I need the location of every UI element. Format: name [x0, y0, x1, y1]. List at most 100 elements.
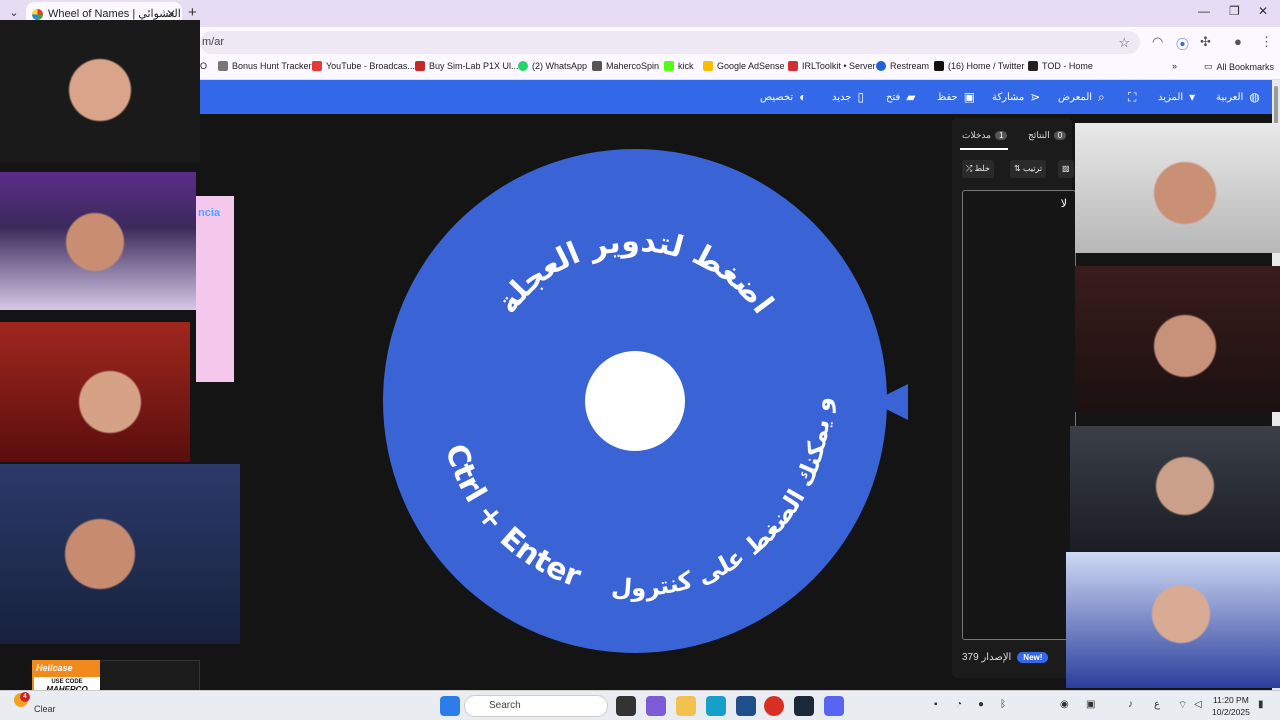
tab-search-icon[interactable]: ⌄	[6, 5, 22, 21]
bookmark-item[interactable]: Google AdSense	[703, 61, 785, 71]
bookmark-icon	[592, 61, 602, 71]
open-button[interactable]: ▰ فتح	[886, 90, 916, 104]
webcam-feed	[1075, 123, 1280, 253]
all-bookmarks[interactable]: ▭ All Bookmarks	[1204, 61, 1274, 72]
edge-icon[interactable]	[706, 696, 726, 716]
copilot-icon[interactable]	[646, 696, 666, 716]
taskbar-search[interactable]: Search	[464, 695, 608, 717]
tray-discord-icon[interactable]: ◉	[1060, 699, 1069, 710]
sort-button[interactable]: ⇅ ترتيب	[1010, 160, 1047, 178]
tab-title: Wheel of Names | عجلة الاسم العشوائي	[48, 8, 182, 20]
close-window-icon[interactable]: ✕	[1258, 4, 1268, 18]
webcam-feed	[0, 464, 240, 644]
wheel-center[interactable]	[585, 351, 685, 451]
wheel-graphic[interactable]: اضغط لتدوير العجلة أو يمكنك الضغط على كن…	[376, 122, 890, 656]
minimize-icon[interactable]: —	[1198, 4, 1210, 18]
sort-icon: ⇅	[1014, 164, 1021, 173]
clock-time: 11:20 PM	[1213, 695, 1249, 705]
new-file-icon: ▯	[857, 90, 865, 104]
x-twitter-icon	[934, 61, 944, 71]
wheel[interactable]: اضغط لتدوير العجلة أو يمكنك الضغط على كن…	[376, 122, 890, 656]
profile-avatar[interactable]: ●	[1234, 34, 1242, 49]
bookmark-item[interactable]: IRLToolkit • Server	[788, 61, 876, 71]
bookmark-item[interactable]: O	[200, 61, 207, 71]
tray-nvidia-icon[interactable]: ▪	[934, 699, 938, 710]
bookmark-item[interactable]: Restream	[876, 61, 929, 71]
tab-entries[interactable]: 1 مدخلات	[962, 130, 1008, 141]
bookmark-star-icon[interactable]: ☆	[1118, 31, 1130, 54]
file-explorer-icon[interactable]	[676, 696, 696, 716]
youtube-icon	[312, 61, 322, 71]
webcam-feed	[0, 322, 190, 462]
more-menu[interactable]: ▾ المزيد	[1158, 90, 1195, 104]
puzzle-icon[interactable]: ✣	[1200, 34, 1211, 50]
bookmark-item[interactable]: kick	[664, 61, 694, 71]
steam-icon[interactable]	[794, 696, 814, 716]
weather-text: Clear	[34, 704, 56, 714]
tray-app-icon[interactable]: ◔	[956, 699, 962, 710]
input-language[interactable]: ع	[1154, 699, 1160, 710]
bookmarks-overflow-icon[interactable]: »	[1172, 61, 1177, 71]
customize-button[interactable]: ◐ تخصيص	[760, 90, 806, 104]
ad-text: ncia	[198, 207, 221, 219]
tray-app-icon[interactable]: ●	[978, 699, 984, 710]
chevron-down-icon: ▾	[1189, 90, 1196, 104]
discord-icon[interactable]	[824, 696, 844, 716]
entry-line: لا	[1060, 198, 1067, 210]
extension-icon[interactable]: ◠	[1152, 34, 1163, 50]
save-button[interactable]: ▣ حفظ	[937, 90, 975, 104]
ad-banner[interactable]	[196, 196, 234, 382]
restore-icon[interactable]: ❐	[1229, 4, 1240, 18]
task-view-icon[interactable]	[616, 696, 636, 716]
bookmark-item[interactable]: Buy Sim-Lab P1X Ul...	[415, 61, 519, 71]
network-icon[interactable]: ⌔	[1178, 699, 1187, 712]
adsense-icon	[703, 61, 713, 71]
menu-kebab-icon[interactable]: ⋮	[1260, 34, 1273, 50]
tray-bluetooth-icon[interactable]: ᛒ	[1000, 699, 1006, 710]
bookmark-icon	[1028, 61, 1038, 71]
bookmark-item[interactable]: TOD - Home	[1028, 61, 1093, 71]
share-button[interactable]: ⋖ مشاركة	[992, 90, 1040, 104]
notifications-icon[interactable]: ▮	[1258, 699, 1264, 710]
bookmark-item[interactable]: (2) WhatsApp	[518, 61, 587, 71]
sponsor-brand: Hellcase	[36, 663, 73, 673]
store-icon[interactable]	[736, 696, 756, 716]
bookmark-item[interactable]: MahercoSpin	[592, 61, 659, 71]
chrome-icon[interactable]	[764, 696, 784, 716]
tab-results[interactable]: 0 النتائج	[1028, 130, 1067, 141]
restream-icon	[876, 61, 886, 71]
kick-icon	[664, 61, 674, 71]
webcam-feed	[1066, 552, 1280, 688]
active-tab-indicator	[960, 148, 1008, 150]
bookmark-item[interactable]: Bonus Hunt Tracker	[218, 61, 312, 71]
entries-textarea[interactable]: لا	[962, 190, 1076, 640]
new-badge[interactable]: New!	[1017, 652, 1049, 663]
language-menu[interactable]: ◍ العربية	[1216, 90, 1260, 104]
new-tab-icon[interactable]: +	[188, 4, 197, 21]
bookmark-item[interactable]: (16) Home / Twitter	[934, 61, 1024, 71]
share-icon: ⋖	[1030, 90, 1041, 104]
volume-icon[interactable]: ◁	[1194, 699, 1202, 710]
screen: ⌄ Wheel of Names | عجلة الاسم العشوائي ✕…	[0, 0, 1280, 720]
webcam-feed	[0, 20, 200, 162]
url-field[interactable]: m/ar ☆	[200, 31, 1140, 54]
shuffle-button[interactable]: ⤮ خلط	[962, 160, 994, 178]
webcam-feed	[1070, 426, 1280, 552]
bookmark-item[interactable]: YouTube - Broadcas...	[312, 61, 415, 71]
fullscreen-button[interactable]: ⛶	[1128, 90, 1136, 105]
globe-icon: ◍	[1249, 90, 1260, 104]
clock-date: 10/2/2025	[1212, 707, 1250, 717]
version-info: الإصدار 379 New!	[962, 652, 1049, 663]
image-icon: ▨	[1062, 164, 1070, 173]
tray-app-icon[interactable]: ▣	[1086, 699, 1095, 710]
taskbar: 4 Clear ⌕ Search ▪ ◔ ● ᛒ ◉ ▣ ♪ ع ⌔ ◁ 11:…	[0, 690, 1280, 720]
google-favicon-icon	[32, 9, 43, 20]
audio-extension-icon[interactable]: ⦿	[1176, 34, 1189, 53]
clock[interactable]: 11:20 PM 10/2/2025	[1212, 694, 1250, 718]
start-icon[interactable]	[440, 696, 460, 716]
tray-mic-icon[interactable]: ♪	[1128, 699, 1133, 710]
new-button[interactable]: ▯ جديد	[832, 90, 864, 104]
image-button[interactable]: ▨	[1058, 160, 1074, 178]
scrollbar-thumb[interactable]	[1274, 86, 1278, 126]
gallery-button[interactable]: ⌕ المعرض	[1058, 90, 1105, 105]
